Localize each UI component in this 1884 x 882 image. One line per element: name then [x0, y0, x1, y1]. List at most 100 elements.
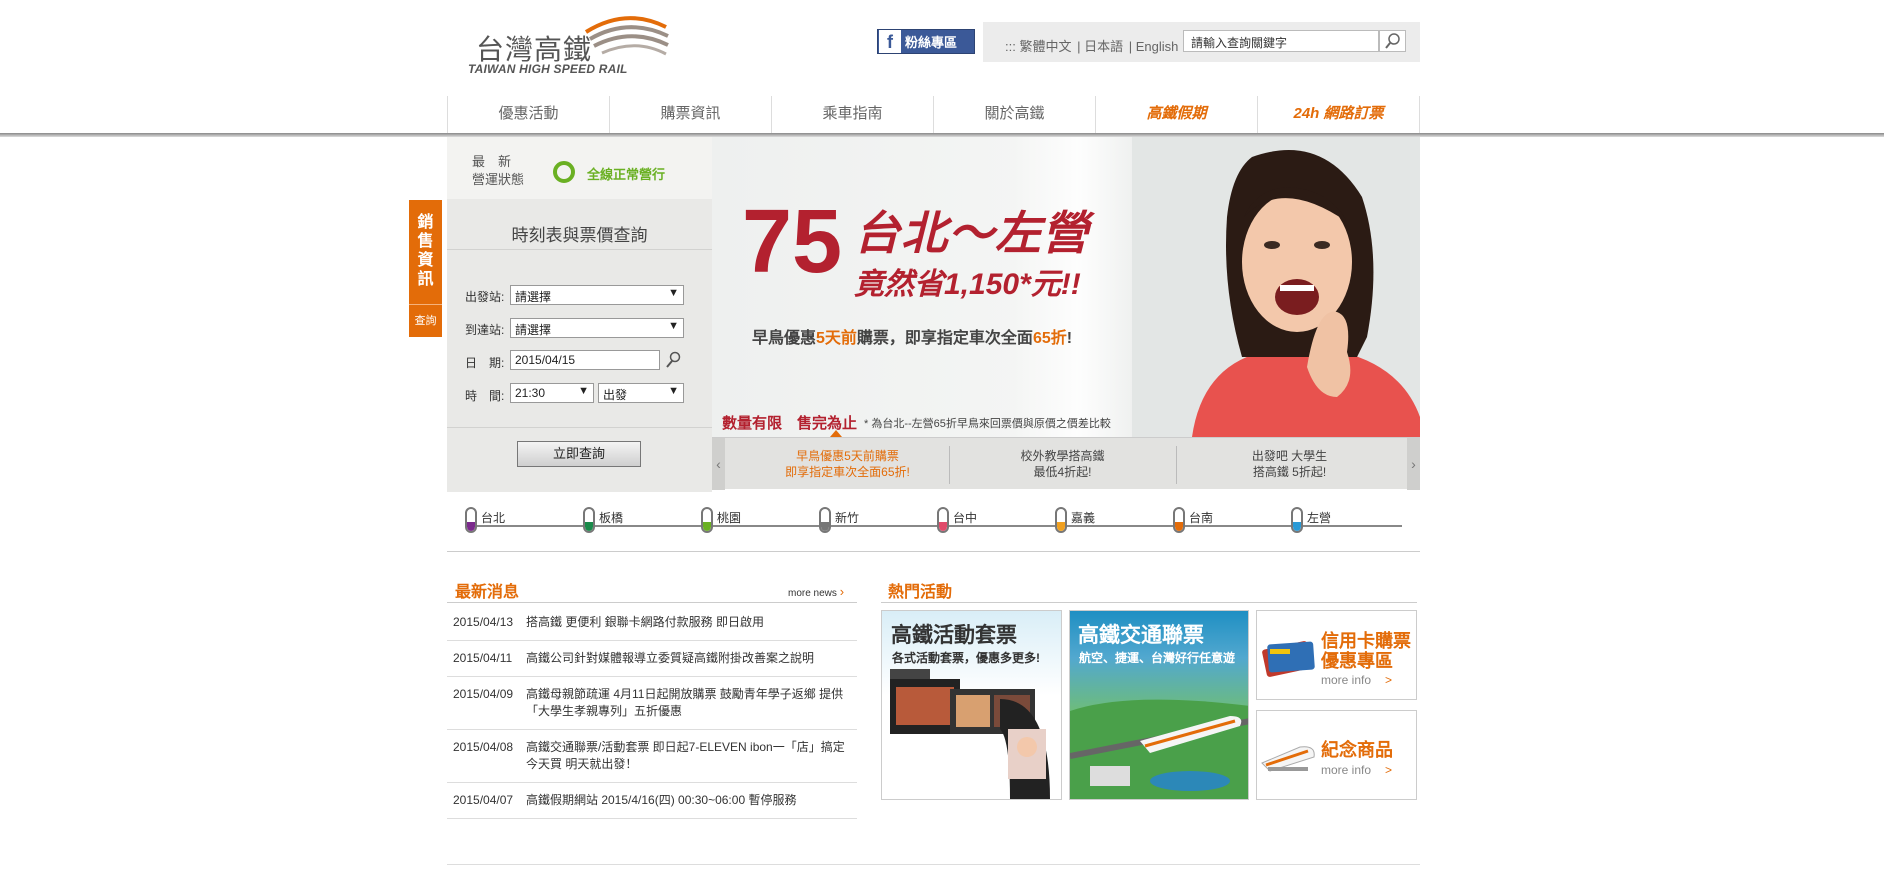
lang-traditional-chinese[interactable]: ::: 繁體中文: [1005, 39, 1071, 54]
station-pin-icon: [1173, 507, 1185, 533]
slider-prev-icon[interactable]: ‹: [712, 438, 725, 490]
film-reel-image: [890, 669, 1050, 799]
slider-item-line: 最低4折起!: [1033, 465, 1092, 479]
smiling-woman-image: [1132, 137, 1420, 437]
divider: [447, 427, 712, 428]
slider-item-line: 搭高鐵 5折起!: [1252, 465, 1327, 479]
time-select[interactable]: 21:30 ▼: [510, 383, 594, 403]
top-utility-bar: ::: 繁體中文 | 日本語 | English 請輸入查詢關鍵字: [983, 22, 1420, 62]
station-name: 嘉義: [1071, 511, 1096, 525]
banner-desc-highlight: 5天前: [816, 330, 857, 347]
nav-promotions[interactable]: 優惠活動: [447, 96, 609, 136]
slider-active-indicator: [830, 430, 842, 437]
chevron-right-icon: ›: [839, 584, 845, 599]
date-input[interactable]: 2015/04/15: [510, 350, 660, 370]
to-label: 到達站:: [465, 323, 505, 337]
news-item[interactable]: 2015/04/13 搭高鐵 更便利 銀聯卡網路付款服務 即日啟用: [447, 605, 857, 641]
dropdown-arrow-icon: ▼: [668, 320, 679, 332]
news-headline[interactable]: 高鐵交通聯票/活動套票 即日起7-ELEVEN ibon一「店」搞定 今天買 明…: [526, 739, 851, 773]
station-pin-icon: [1291, 507, 1303, 533]
banner-desc-highlight: 65折: [1032, 330, 1067, 347]
time-value: 21:30: [515, 386, 546, 400]
operation-status: 最 新營運狀態 全線正常營行: [447, 137, 712, 199]
status-text: 全線正常營行: [587, 167, 666, 182]
nav-thsr-holiday[interactable]: 高鐵假期: [1095, 96, 1257, 136]
language-links: ::: 繁體中文 | 日本語 | English: [1005, 39, 1179, 54]
thsr-logo[interactable]: 台灣高鐵 TAIWAN HIGH SPEED RAIL: [466, 10, 676, 80]
slider-next-icon[interactable]: ›: [1407, 438, 1420, 490]
card-title: 高鐵活動套票: [891, 624, 1017, 647]
nav-travel-guide[interactable]: 乘車指南: [771, 96, 933, 136]
card-subtitle: 各式活動套票，優惠多更多!: [892, 651, 1040, 665]
slider-item-line: 出發吧 大學生: [1251, 449, 1328, 463]
banner-discount-number: 75: [742, 192, 843, 292]
divider: [447, 602, 857, 603]
banner-title: 台北～左營: [854, 207, 1089, 259]
submit-query-button[interactable]: 立即查詢: [517, 441, 641, 467]
news-item[interactable]: 2015/04/09 高鐵母親節疏運 4月11日起開放購票 鼓勵青年學子返鄉 提供…: [447, 677, 857, 730]
news-date: 2015/04/07: [453, 793, 514, 807]
more-info-label: more info: [1321, 673, 1372, 687]
sales-info-char: 售: [417, 233, 434, 250]
more-info-link[interactable]: more info >: [1321, 673, 1392, 687]
station-name: 板橋: [599, 511, 624, 525]
more-news-link[interactable]: more news ›: [788, 584, 844, 599]
status-label-line: 最 新: [472, 154, 512, 169]
from-station-select[interactable]: 請選擇 ▼: [510, 285, 684, 305]
sales-info-char: 銷: [417, 214, 434, 231]
event-package-card[interactable]: 高鐵活動套票 各式活動套票，優惠多更多!: [881, 610, 1062, 800]
time-type-value: 出發: [603, 388, 628, 402]
train-model-icon: [1261, 746, 1315, 772]
more-info-link[interactable]: more info >: [1321, 763, 1392, 777]
search-button[interactable]: [1379, 30, 1406, 52]
timetable-panel: 最 新營運狀態 全線正常營行 時刻表與票價查詢 出發站: 請選擇 ▼ 到達站: 請…: [447, 137, 712, 492]
sales-info-char: 訊: [417, 271, 434, 288]
news-headline[interactable]: 高鐵公司針對媒體報導立委質疑高鐵附掛改善案之說明: [526, 650, 851, 667]
promo-banner[interactable]: 75 台北～左營 竟然省1,150*元!! 早鳥優惠5天前購票，即享指定車次全面…: [712, 137, 1420, 437]
nav-ticket-info[interactable]: 購票資訊: [609, 96, 771, 136]
facebook-fan-button[interactable]: f 粉絲專區: [877, 29, 975, 54]
banner-desc-part: 購票，即享指定車次全面: [856, 330, 1033, 347]
station-pin-icon: [583, 507, 595, 533]
station-name: 桃園: [717, 511, 742, 525]
news-headline[interactable]: 搭高鐵 更便利 銀聯卡網路付款服務 即日啟用: [526, 614, 851, 631]
sales-info-query[interactable]: 查詢: [409, 304, 442, 337]
chevron-right-icon: >: [1385, 763, 1393, 777]
lang-english[interactable]: English: [1136, 39, 1179, 54]
news-headline[interactable]: 高鐵母親節疏運 4月11日起開放購票 鼓勵青年學子返鄉 提供「大學生孝親專列」五…: [526, 686, 851, 720]
facebook-icon: f: [879, 30, 901, 53]
lang-japanese[interactable]: 日本語: [1084, 39, 1123, 54]
news-item[interactable]: 2015/04/07 高鐵假期網站 2015/4/16(四) 00:30~06:0…: [447, 783, 857, 819]
station-name: 台南: [1189, 511, 1214, 525]
credit-card-promo-card[interactable]: 信用卡購票 優惠專區 more info >: [1256, 610, 1417, 700]
news-item[interactable]: 2015/04/08 高鐵交通聯票/活動套票 即日起7-ELEVEN ibon一「…: [447, 730, 857, 783]
to-station-select[interactable]: 請選擇 ▼: [510, 318, 684, 338]
news-headline[interactable]: 高鐵假期網站 2015/4/16(四) 00:30~06:00 暫停服務: [526, 792, 851, 809]
dropdown-arrow-icon: ▼: [668, 287, 679, 299]
time-type-select[interactable]: 出發 ▼: [598, 383, 684, 403]
slider-item[interactable]: 早鳥優惠5天前購票 即享指定車次全面65折!: [735, 448, 960, 480]
souvenir-card[interactable]: 紀念商品 more info >: [1256, 710, 1417, 800]
nav-about[interactable]: 關於高鐵: [933, 96, 1095, 136]
nav-online-booking[interactable]: 24h 網路訂票: [1257, 96, 1420, 136]
station-name: 新竹: [835, 511, 860, 525]
station-map: 台北 板橋 桃園 新竹 台中 嘉義 台南 左營: [447, 492, 1420, 552]
search-input[interactable]: 請輸入查詢關鍵字: [1183, 30, 1379, 52]
transport-pass-card[interactable]: 高鐵交通聯票 航空、捷運、台灣好行任意遊: [1069, 610, 1249, 800]
slider-item[interactable]: 出發吧 大學生 搭高鐵 5折起!: [1177, 448, 1402, 480]
search-icon: [1385, 33, 1400, 49]
dropdown-arrow-icon: ▼: [578, 385, 589, 397]
card-title-line: 優惠專區: [1321, 651, 1393, 671]
slider-item[interactable]: 校外教學搭高鐵 最低4折起!: [950, 448, 1175, 480]
news-item[interactable]: 2015/04/11 高鐵公司針對媒體報導立委質疑高鐵附掛改善案之說明: [447, 641, 857, 677]
station-pin-icon: [937, 507, 949, 533]
banner-description: 早鳥優惠5天前購票，即享指定車次全面65折!: [752, 324, 1072, 348]
slider-item-line: 即享指定車次全面65折!: [785, 465, 910, 479]
sales-info-tab[interactable]: 銷售資訊 查詢: [409, 200, 442, 337]
banner-slider-nav: ‹ 早鳥優惠5天前購票 即享指定車次全面65折! 校外教學搭高鐵 最低4折起! …: [712, 437, 1420, 490]
divider: [447, 551, 1420, 552]
credit-cards-icon: [1262, 641, 1315, 677]
calendar-search-icon[interactable]: [664, 350, 682, 370]
timetable-title: 時刻表與票價查詢: [511, 226, 648, 245]
card-subtitle: 航空、捷運、台灣好行任意遊: [1079, 651, 1236, 665]
